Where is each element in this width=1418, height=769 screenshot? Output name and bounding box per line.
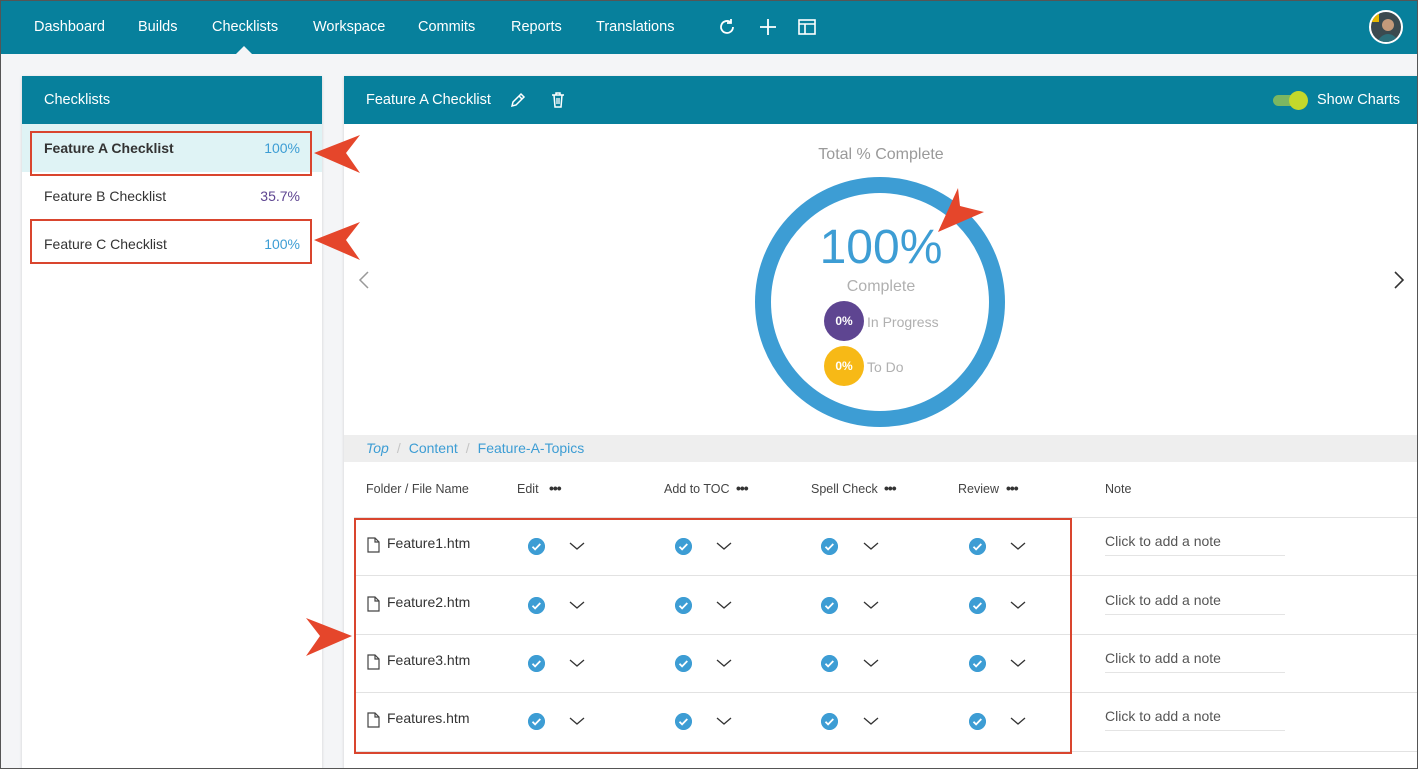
col-header-note: Note <box>1105 482 1132 496</box>
nav-reports[interactable]: Reports <box>511 0 562 54</box>
callout-box-rows <box>354 518 1072 754</box>
checklist-title: Feature A Checklist <box>366 92 491 108</box>
show-charts-toggle[interactable] <box>1273 91 1309 110</box>
checklist-item-pct: 35.7% <box>260 188 300 204</box>
col-header-spell: Spell Check <box>811 482 878 496</box>
breadcrumb-content[interactable]: Content <box>409 440 458 456</box>
nav-workspace[interactable]: Workspace <box>313 0 385 54</box>
todo-pct-badge: 0% <box>824 346 864 386</box>
chart-title: Total % Complete <box>818 146 944 163</box>
complete-label: Complete <box>846 278 916 295</box>
chevron-left-icon[interactable] <box>357 270 371 290</box>
delete-trash-icon[interactable] <box>548 90 568 110</box>
nav-builds[interactable]: Builds <box>138 0 178 54</box>
callout-arrow-left <box>314 135 360 173</box>
edit-more-icon[interactable]: ••• <box>549 480 562 496</box>
chevron-right-icon[interactable] <box>1392 270 1406 290</box>
note-field[interactable]: Click to add a note <box>1105 533 1285 556</box>
top-nav: Dashboard Builds Checklists Workspace Co… <box>0 0 1418 54</box>
todo-label: To Do <box>867 359 904 375</box>
callout-box-feature-c <box>30 219 312 264</box>
breadcrumb: Top / Content / Feature-A-Topics <box>344 435 1418 462</box>
review-more-icon[interactable]: ••• <box>1006 480 1019 496</box>
col-header-toc: Add to TOC <box>664 482 730 496</box>
checklist-header: Feature A Checklist Show Charts <box>344 76 1418 124</box>
layout-icon[interactable] <box>796 16 818 38</box>
col-header-file: Folder / File Name <box>366 482 469 496</box>
toc-more-icon[interactable]: ••• <box>736 480 749 496</box>
nav-translations[interactable]: Translations <box>596 0 674 54</box>
note-field[interactable]: Click to add a note <box>1105 708 1285 731</box>
plus-icon[interactable] <box>757 16 779 38</box>
checklists-panel: Checklists Feature A Checklist 100% Feat… <box>22 76 322 769</box>
nav-commits[interactable]: Commits <box>418 0 475 54</box>
callout-arrow-left <box>314 222 360 260</box>
in-progress-label: In Progress <box>867 314 939 330</box>
user-avatar[interactable] <box>1369 10 1403 44</box>
breadcrumb-top[interactable]: Top <box>366 440 389 456</box>
note-field[interactable]: Click to add a note <box>1105 592 1285 615</box>
show-charts-label: Show Charts <box>1317 92 1401 108</box>
callout-arrow-down-left <box>938 188 984 232</box>
active-tab-indicator <box>236 46 252 54</box>
checklist-item-label: Feature B Checklist <box>44 188 167 204</box>
checklists-panel-title: Checklists <box>22 76 322 124</box>
in-progress-pct-badge: 0% <box>824 301 864 341</box>
note-field[interactable]: Click to add a note <box>1105 650 1285 673</box>
col-header-edit: Edit <box>517 482 539 496</box>
nav-dashboard[interactable]: Dashboard <box>34 0 105 54</box>
breadcrumb-feature-a-topics[interactable]: Feature-A-Topics <box>478 440 585 456</box>
col-header-review: Review <box>958 482 999 496</box>
refresh-icon[interactable] <box>716 16 738 38</box>
checklist-item-feature-b[interactable]: Feature B Checklist 35.7% <box>22 172 322 220</box>
edit-pencil-icon[interactable] <box>508 90 528 110</box>
callout-box-feature-a <box>30 131 312 176</box>
spell-more-icon[interactable]: ••• <box>884 480 897 496</box>
percent-complete-value: 100% <box>819 221 943 274</box>
callout-arrow-right <box>306 618 352 656</box>
